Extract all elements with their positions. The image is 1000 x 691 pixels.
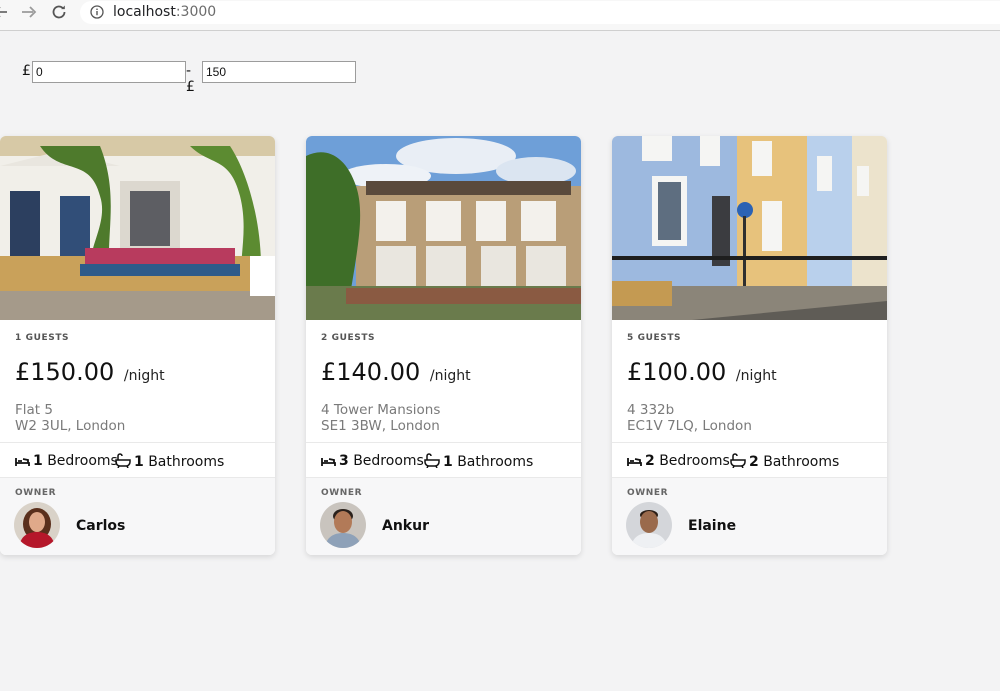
owner-avatar (14, 502, 60, 548)
bed-icon (627, 458, 642, 466)
bathrooms: 1 Bathrooms (115, 453, 224, 470)
bedrooms: 3 Bedrooms (321, 453, 424, 469)
owner-section: OWNER Carlos (0, 478, 275, 555)
owner-label: OWNER (15, 488, 57, 498)
url-text: localhost:3000 (113, 4, 216, 20)
owner-name[interactable]: Elaine (688, 518, 736, 534)
guests-count: 2 GUESTS (321, 333, 376, 343)
info-icon[interactable] (90, 5, 104, 19)
price: £150.00 /night (15, 358, 165, 386)
browser-toolbar: localhost:3000 (0, 0, 1000, 31)
owner-name[interactable]: Carlos (76, 518, 125, 534)
room-summary: 2 Bedrooms 2 Bathrooms (612, 442, 887, 478)
address-line2: SE1 3BW, London (321, 418, 440, 434)
price: £100.00 /night (627, 358, 777, 386)
room-summary: 3 Bedrooms 1 Bathrooms (306, 442, 581, 478)
max-price-input[interactable] (202, 61, 356, 83)
bedrooms-label: Bedrooms (47, 453, 118, 469)
owner-label: OWNER (321, 488, 363, 498)
range-separator: -£ (186, 63, 195, 95)
guests-count: 1 GUESTS (15, 333, 70, 343)
room-summary: 1 Bedrooms 1 Bathrooms (0, 442, 275, 478)
owner-avatar (320, 502, 366, 548)
price-amount: £140.00 (321, 358, 421, 386)
price: £140.00 /night (321, 358, 471, 386)
listing-photo (306, 136, 581, 320)
owner-avatar (626, 502, 672, 548)
price-unit: /night (123, 368, 165, 384)
bathtub-icon (424, 453, 440, 469)
price-amount: £150.00 (15, 358, 115, 386)
bathtub-icon (115, 453, 131, 469)
owner-section: OWNER Ankur (306, 478, 581, 555)
owner-section: OWNER Elaine (612, 478, 887, 555)
price-unit: /night (429, 368, 471, 384)
forward-arrow-icon[interactable] (18, 2, 38, 22)
listing-card[interactable]: 5 GUESTS £100.00 /night 4 332b EC1V 7LQ,… (612, 136, 887, 555)
guests-count: 5 GUESTS (627, 333, 682, 343)
bathrooms-label: Bathrooms (148, 454, 225, 470)
bedrooms-label: Bedrooms (659, 453, 730, 469)
bathrooms: 1 Bathrooms (424, 453, 533, 470)
bathrooms-label: Bathrooms (763, 454, 840, 470)
address-line1: 4 332b (627, 402, 675, 418)
address-line1: Flat 5 (15, 402, 53, 418)
bathrooms-count: 1 (443, 454, 453, 470)
address-line1: 4 Tower Mansions (321, 402, 441, 418)
bedrooms-label: Bedrooms (353, 453, 424, 469)
listing-card[interactable]: 1 GUESTS £150.00 /night Flat 5 W2 3UL, L… (0, 136, 275, 555)
bathrooms-label: Bathrooms (457, 454, 534, 470)
back-arrow-icon[interactable] (0, 2, 12, 22)
bathrooms: 2 Bathrooms (730, 453, 839, 470)
bathrooms-count: 1 (134, 454, 144, 470)
address-bar[interactable]: localhost:3000 (80, 1, 1000, 24)
price-unit: /night (735, 368, 777, 384)
listing-card[interactable]: 2 GUESTS £140.00 /night 4 Tower Mansions… (306, 136, 581, 555)
price-amount: £100.00 (627, 358, 727, 386)
bed-icon (321, 458, 336, 466)
address-line2: EC1V 7LQ, London (627, 418, 752, 434)
bathtub-icon (730, 453, 746, 469)
url-host: localhost (113, 4, 176, 20)
bedrooms-count: 3 (339, 453, 349, 469)
min-price-input[interactable] (32, 61, 186, 83)
owner-name[interactable]: Ankur (382, 518, 429, 534)
currency-label: £ (22, 63, 31, 79)
bedrooms: 1 Bedrooms (15, 453, 118, 469)
listing-photo (0, 136, 275, 320)
bedrooms-count: 2 (645, 453, 655, 469)
reload-icon[interactable] (49, 2, 69, 22)
owner-label: OWNER (627, 488, 669, 498)
url-port: :3000 (175, 4, 217, 20)
address-line2: W2 3UL, London (15, 418, 126, 434)
bathrooms-count: 2 (749, 454, 759, 470)
bedrooms-count: 1 (33, 453, 43, 469)
bed-icon (15, 458, 30, 466)
listing-photo (612, 136, 887, 320)
bedrooms: 2 Bedrooms (627, 453, 730, 469)
